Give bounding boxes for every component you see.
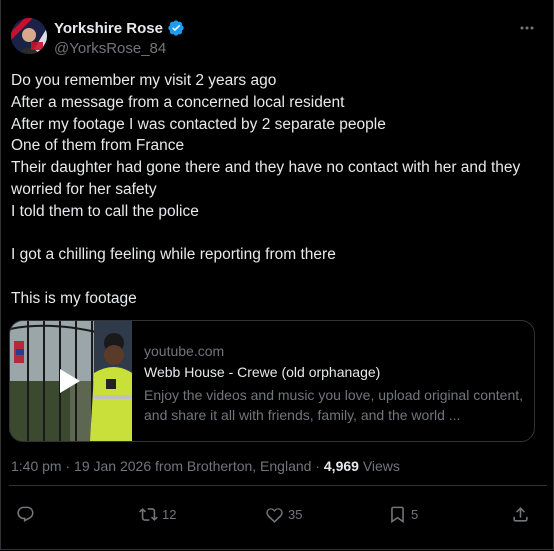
views-count: 4,969: [323, 458, 359, 474]
tweet-container: Yorkshire Rose @YorksRose_84 Do you reme…: [0, 0, 554, 550]
divider: [9, 485, 547, 486]
tweet-date[interactable]: 19 Jan 2026: [74, 458, 151, 474]
verified-badge-icon: [168, 20, 184, 36]
tweet-text: Do you remember my visit 2 years ago Aft…: [11, 72, 521, 307]
tweet-time[interactable]: 1:40 pm: [11, 458, 62, 474]
more-options-icon[interactable]: [519, 20, 535, 41]
link-card[interactable]: youtube.com Webb House - Crewe (old orph…: [9, 320, 535, 442]
like-count: 35: [288, 507, 303, 522]
retweet-button[interactable]: 12: [139, 505, 176, 524]
card-domain: youtube.com: [144, 343, 225, 359]
author-handle[interactable]: @YorksRose_84: [54, 40, 166, 57]
bookmark-icon: [391, 506, 404, 524]
location-prefix: from: [155, 458, 187, 474]
card-description: Enjoy the videos and music you love, upl…: [144, 387, 524, 423]
tweet-location: Brotherton, England: [186, 458, 312, 474]
like-button[interactable]: 35: [265, 505, 302, 524]
card-title[interactable]: Webb House - Crewe (old orphanage): [144, 364, 380, 380]
play-icon[interactable]: [60, 369, 80, 393]
video-thumbnail[interactable]: [10, 321, 132, 441]
meta-separator: ·: [315, 458, 324, 474]
action-bar: 12 35 5: [1, 505, 554, 525]
views-label: Views: [362, 458, 400, 474]
share-button[interactable]: [511, 505, 530, 524]
meta-separator: ·: [65, 458, 75, 474]
retweet-icon: [139, 508, 158, 521]
reply-icon: [17, 506, 34, 523]
heart-icon: [266, 508, 283, 523]
author-display-name[interactable]: Yorkshire Rose: [54, 20, 163, 37]
bookmark-count: 5: [411, 507, 419, 522]
retweet-count: 12: [162, 507, 177, 522]
share-icon: [513, 507, 528, 522]
bookmark-button[interactable]: 5: [388, 505, 418, 524]
reply-button[interactable]: [16, 505, 35, 524]
author-name[interactable]: Yorkshire Rose: [54, 19, 185, 37]
tweet-metadata: 1:40 pm · 19 Jan 2026 from Brotherton, E…: [11, 458, 400, 474]
avatar[interactable]: [11, 18, 47, 54]
